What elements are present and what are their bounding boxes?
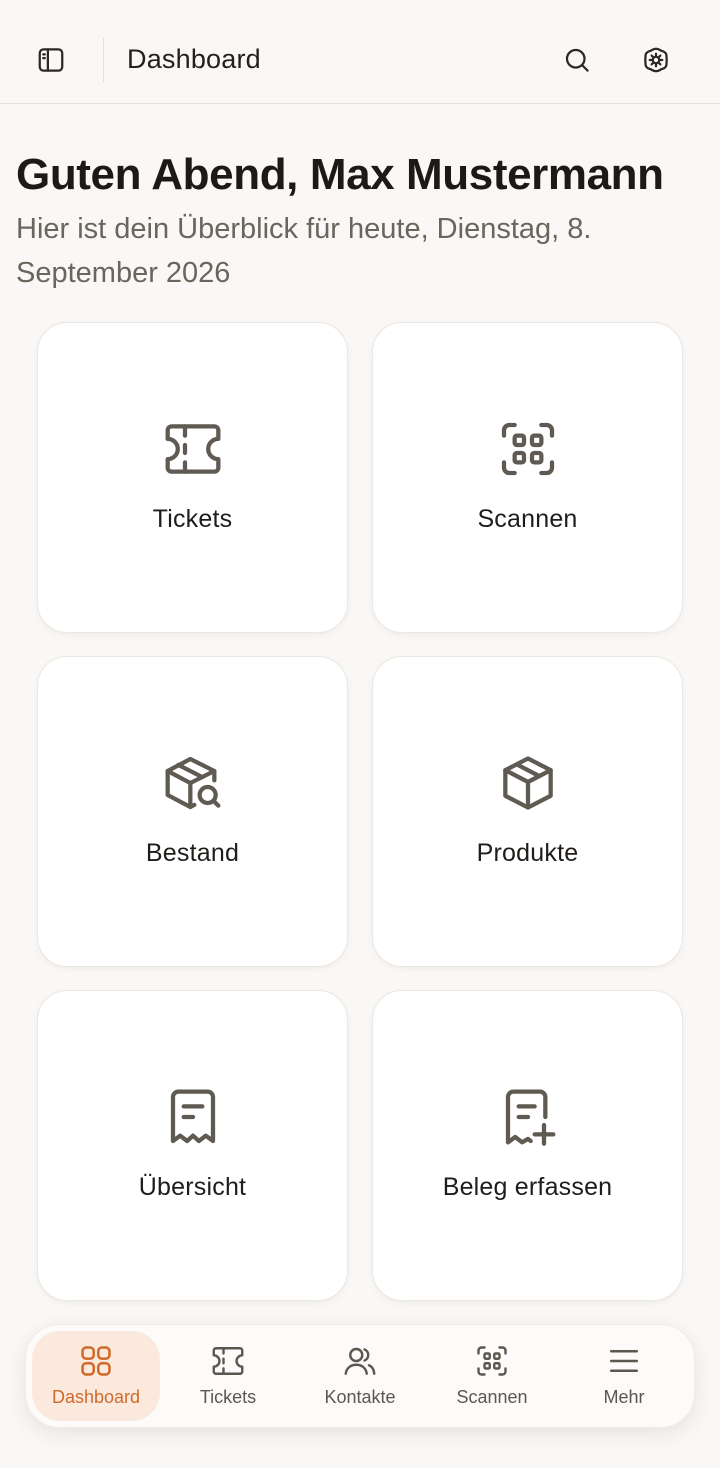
package-icon [502,756,553,810]
dashboard-grid-icon [81,1346,111,1376]
nav-item-kontakte[interactable]: Kontakte [296,1331,424,1421]
header-divider [103,38,104,82]
ticket-icon [212,1347,244,1375]
ticket-icon [165,424,220,474]
nav-item-mehr[interactable]: Mehr [560,1331,688,1421]
tile-label: Tickets [152,505,233,533]
package-search-icon [165,756,220,810]
contacts-icon [344,1347,376,1375]
nav-label: Tickets [199,1387,257,1407]
menu-icon [609,1349,639,1373]
settings-button[interactable] [632,36,680,84]
search-icon [565,48,589,72]
tile-bestand[interactable]: Bestand [37,656,348,967]
scan-icon [501,422,554,476]
tile-label: Bestand [145,839,240,867]
sidebar-toggle-button[interactable] [27,36,75,84]
settings-icon [644,47,668,73]
bottom-navigation: Dashboard Tickets Kontakte Scannen Mehr [25,1324,695,1428]
tile-uebersicht[interactable]: Übersicht [37,990,348,1301]
nav-item-scannen[interactable]: Scannen [428,1331,556,1421]
receipt-icon [170,1089,215,1144]
top-app-bar: Dashboard [0,0,720,104]
nav-label: Scannen [456,1387,528,1407]
tile-tickets[interactable]: Tickets [37,322,348,633]
tile-scannen[interactable]: Scannen [372,322,683,633]
sidebar-toggle-icon [38,48,64,72]
receipt-add-icon [505,1089,555,1146]
nav-item-dashboard[interactable]: Dashboard [32,1331,160,1421]
tile-label: Übersicht [138,1173,247,1201]
greeting-subtitle: Hier ist dein Überblick für heute, Diens… [16,213,592,289]
tile-label: Beleg erfassen [442,1173,613,1201]
dashboard-page: Dashboard Guten Abend, Max Mustermann Hi… [0,0,720,1468]
nav-item-tickets[interactable]: Tickets [164,1331,292,1421]
search-button[interactable] [553,36,601,84]
tile-label: Produkte [476,839,579,867]
nav-label: Dashboard [51,1387,141,1407]
scan-icon [477,1346,507,1376]
tile-produkte[interactable]: Produkte [372,656,683,967]
tile-beleg-erfassen[interactable]: Beleg erfassen [372,990,683,1301]
nav-label: Mehr [603,1387,645,1407]
tile-label: Scannen [477,505,578,533]
page-title: Dashboard [127,44,261,74]
nav-label: Kontakte [324,1387,396,1407]
greeting-title: Guten Abend, Max Mustermann [16,150,664,199]
